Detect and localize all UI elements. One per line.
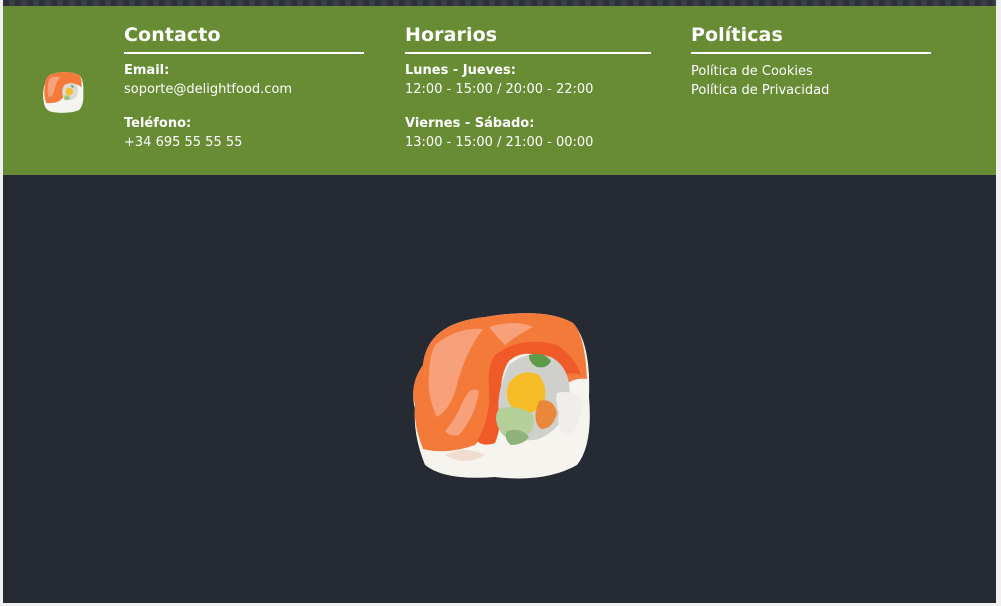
- email-value: soporte@delightfood.com: [124, 82, 293, 97]
- cookie-policy-link[interactable]: Política de Cookies: [691, 62, 931, 81]
- phone-label: Teléfono:: [124, 116, 192, 131]
- footer: Contacto Email: soporte@delightfood.com …: [3, 6, 996, 175]
- weekday-label: Lunes - Jueves:: [405, 63, 516, 78]
- contact-title: Contacto: [124, 23, 364, 54]
- sushi-roll-icon[interactable]: [40, 69, 86, 115]
- weekday-hours-block: Lunes - Jueves: 12:00 - 15:00 / 20:00 - …: [405, 62, 651, 99]
- contact-column: Contacto Email: soporte@delightfood.com …: [124, 23, 364, 152]
- sushi-roll-icon: [413, 313, 590, 479]
- weekend-hours: 13:00 - 15:00 / 21:00 - 00:00: [405, 135, 594, 150]
- phone-block: Teléfono: +34 695 55 55 55: [124, 115, 364, 152]
- hours-column: Horarios Lunes - Jueves: 12:00 - 15:00 /…: [405, 23, 651, 152]
- email-label: Email:: [124, 63, 170, 78]
- policy-links: Política de Cookies Política de Privacid…: [691, 62, 931, 100]
- page: Contacto Email: soporte@delightfood.com …: [3, 0, 996, 603]
- policies-title: Políticas: [691, 23, 931, 54]
- hours-title: Horarios: [405, 23, 651, 54]
- privacy-policy-link[interactable]: Política de Privacidad: [691, 81, 931, 100]
- weekday-hours: 12:00 - 15:00 / 20:00 - 22:00: [405, 82, 594, 97]
- weekend-label: Viernes - Sábado:: [405, 116, 535, 131]
- policies-column: Políticas Política de Cookies Política d…: [691, 23, 931, 100]
- phone-value: +34 695 55 55 55: [124, 135, 243, 150]
- email-block: Email: soporte@delightfood.com: [124, 62, 364, 99]
- weekend-hours-block: Viernes - Sábado: 13:00 - 15:00 / 21:00 …: [405, 115, 651, 152]
